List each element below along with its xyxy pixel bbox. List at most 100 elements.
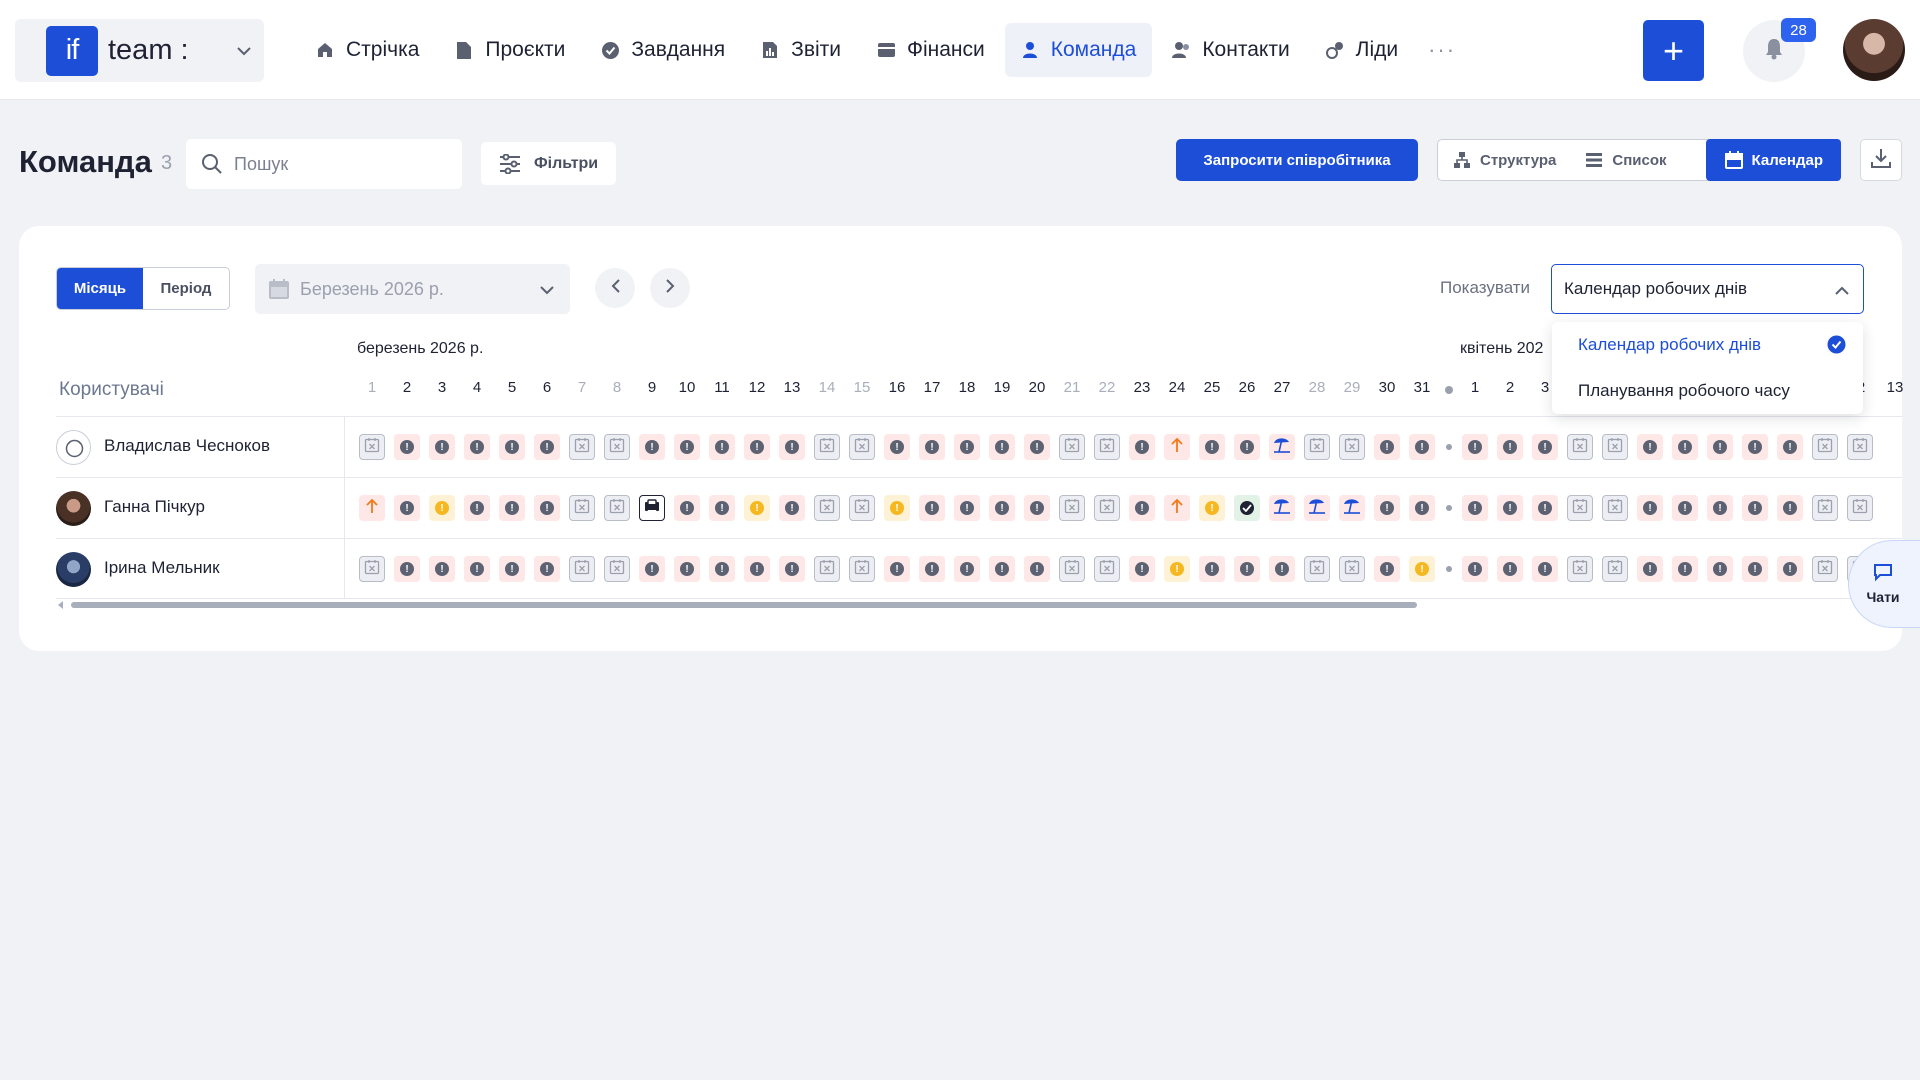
absence-cell[interactable]: ! [884,434,910,460]
day-off-cell[interactable] [1812,556,1838,582]
absence-cell[interactable]: ! [989,434,1015,460]
day-off-cell[interactable] [1847,434,1873,460]
absence-cell[interactable]: ! [499,495,525,521]
absence-cell[interactable]: ! [1462,556,1488,582]
day-off-cell[interactable] [1602,434,1628,460]
day-off-cell[interactable] [1094,556,1120,582]
nav-item-reports[interactable]: Звіти [745,23,857,77]
day-off-cell[interactable] [1304,556,1330,582]
absence-cell[interactable]: ! [1374,434,1400,460]
user-avatar[interactable] [56,491,91,526]
absence-cell[interactable]: ! [464,556,490,582]
nav-item-contacts[interactable]: Контакти [1156,23,1305,77]
absence-cell[interactable]: ! [394,434,420,460]
absence-cell[interactable]: ! [1199,556,1225,582]
absence-cell[interactable]: ! [464,434,490,460]
day-off-cell[interactable] [849,556,875,582]
absence-cell[interactable]: ! [1462,495,1488,521]
absence-cell[interactable]: ! [954,434,980,460]
sick-cell[interactable]: ! [429,495,455,521]
mode-period-tab[interactable]: Період [143,268,229,309]
vacation-cell[interactable] [1269,434,1295,460]
day-off-cell[interactable] [1059,495,1085,521]
sick-cell[interactable]: ! [1164,556,1190,582]
option-working-days[interactable]: Календар робочих днів [1552,322,1863,368]
absence-cell[interactable]: ! [919,495,945,521]
absence-cell[interactable]: ! [1532,434,1558,460]
day-off-cell[interactable] [359,434,385,460]
scroll-left-arrow[interactable] [58,601,63,609]
absence-cell[interactable]: ! [534,556,560,582]
search-box[interactable] [186,139,462,189]
absence-cell[interactable]: ! [464,495,490,521]
chevron-down-icon[interactable] [234,41,254,61]
absence-cell[interactable]: ! [1462,434,1488,460]
user-name[interactable]: Ірина Мельник [104,558,220,578]
sick-cell[interactable]: ! [1409,556,1435,582]
user-avatar[interactable] [56,552,91,587]
absence-cell[interactable]: ! [989,495,1015,521]
mode-month-tab[interactable]: Місяць [57,268,143,309]
absence-cell[interactable]: ! [1707,495,1733,521]
view-structure-tab[interactable]: Структура [1438,140,1570,180]
nav-item-team[interactable]: Команда [1004,23,1153,77]
day-off-cell[interactable] [359,556,385,582]
absence-cell[interactable]: ! [1777,434,1803,460]
day-off-cell[interactable] [1812,495,1838,521]
sick-cell[interactable]: ! [1199,495,1225,521]
day-off-cell[interactable] [569,434,595,460]
absence-cell[interactable]: ! [1742,434,1768,460]
day-off-cell[interactable] [1304,434,1330,460]
vacation-cell[interactable] [1339,495,1365,521]
absence-cell[interactable]: ! [534,434,560,460]
worked-cell[interactable] [1234,495,1260,521]
search-input[interactable] [234,153,454,175]
day-off-cell[interactable] [1567,556,1593,582]
absence-cell[interactable]: ! [884,556,910,582]
late-cell[interactable] [1164,495,1190,521]
day-off-cell[interactable] [849,434,875,460]
absence-cell[interactable]: ! [1409,495,1435,521]
absence-cell[interactable]: ! [1742,495,1768,521]
day-off-cell[interactable] [1094,495,1120,521]
day-off-cell[interactable] [1602,495,1628,521]
absence-cell[interactable]: ! [1497,495,1523,521]
absence-cell[interactable]: ! [674,434,700,460]
day-off-cell[interactable] [814,556,840,582]
absence-cell[interactable]: ! [499,434,525,460]
next-month-button[interactable] [650,268,690,308]
day-off-cell[interactable] [1339,556,1365,582]
absence-cell[interactable]: ! [1024,434,1050,460]
absence-cell[interactable]: ! [1672,495,1698,521]
day-off-cell[interactable] [1602,556,1628,582]
filters-button[interactable]: Фільтри [481,142,616,185]
day-off-cell[interactable] [569,556,595,582]
workspace-switcher[interactable]: if team : [15,19,264,82]
absence-cell[interactable]: ! [534,495,560,521]
prev-month-button[interactable] [595,268,635,308]
absence-cell[interactable]: ! [1532,556,1558,582]
absence-cell[interactable]: ! [1637,556,1663,582]
absence-cell[interactable]: ! [674,556,700,582]
day-off-cell[interactable] [814,434,840,460]
absence-cell[interactable]: ! [1497,556,1523,582]
option-time-planning[interactable]: Планування робочого часу [1552,368,1863,414]
day-off-cell[interactable] [604,495,630,521]
user-avatar[interactable] [1843,19,1905,81]
absence-cell[interactable]: ! [1129,495,1155,521]
day-off-cell[interactable] [1567,434,1593,460]
user-name[interactable]: Ганна Пічкур [104,497,205,517]
absence-cell[interactable]: ! [1742,556,1768,582]
day-off-cell[interactable] [849,495,875,521]
absence-cell[interactable]: ! [674,495,700,521]
user-avatar[interactable] [56,430,91,465]
absence-cell[interactable]: ! [1199,434,1225,460]
sick-cell[interactable]: ! [884,495,910,521]
show-mode-select[interactable]: Календар робочих днів [1551,264,1864,314]
scrollbar-thumb[interactable] [71,602,1417,608]
day-off-cell[interactable] [1339,434,1365,460]
absence-cell[interactable]: ! [1374,556,1400,582]
absence-cell[interactable]: ! [394,495,420,521]
absence-cell[interactable]: ! [709,434,735,460]
absence-cell[interactable]: ! [1637,495,1663,521]
